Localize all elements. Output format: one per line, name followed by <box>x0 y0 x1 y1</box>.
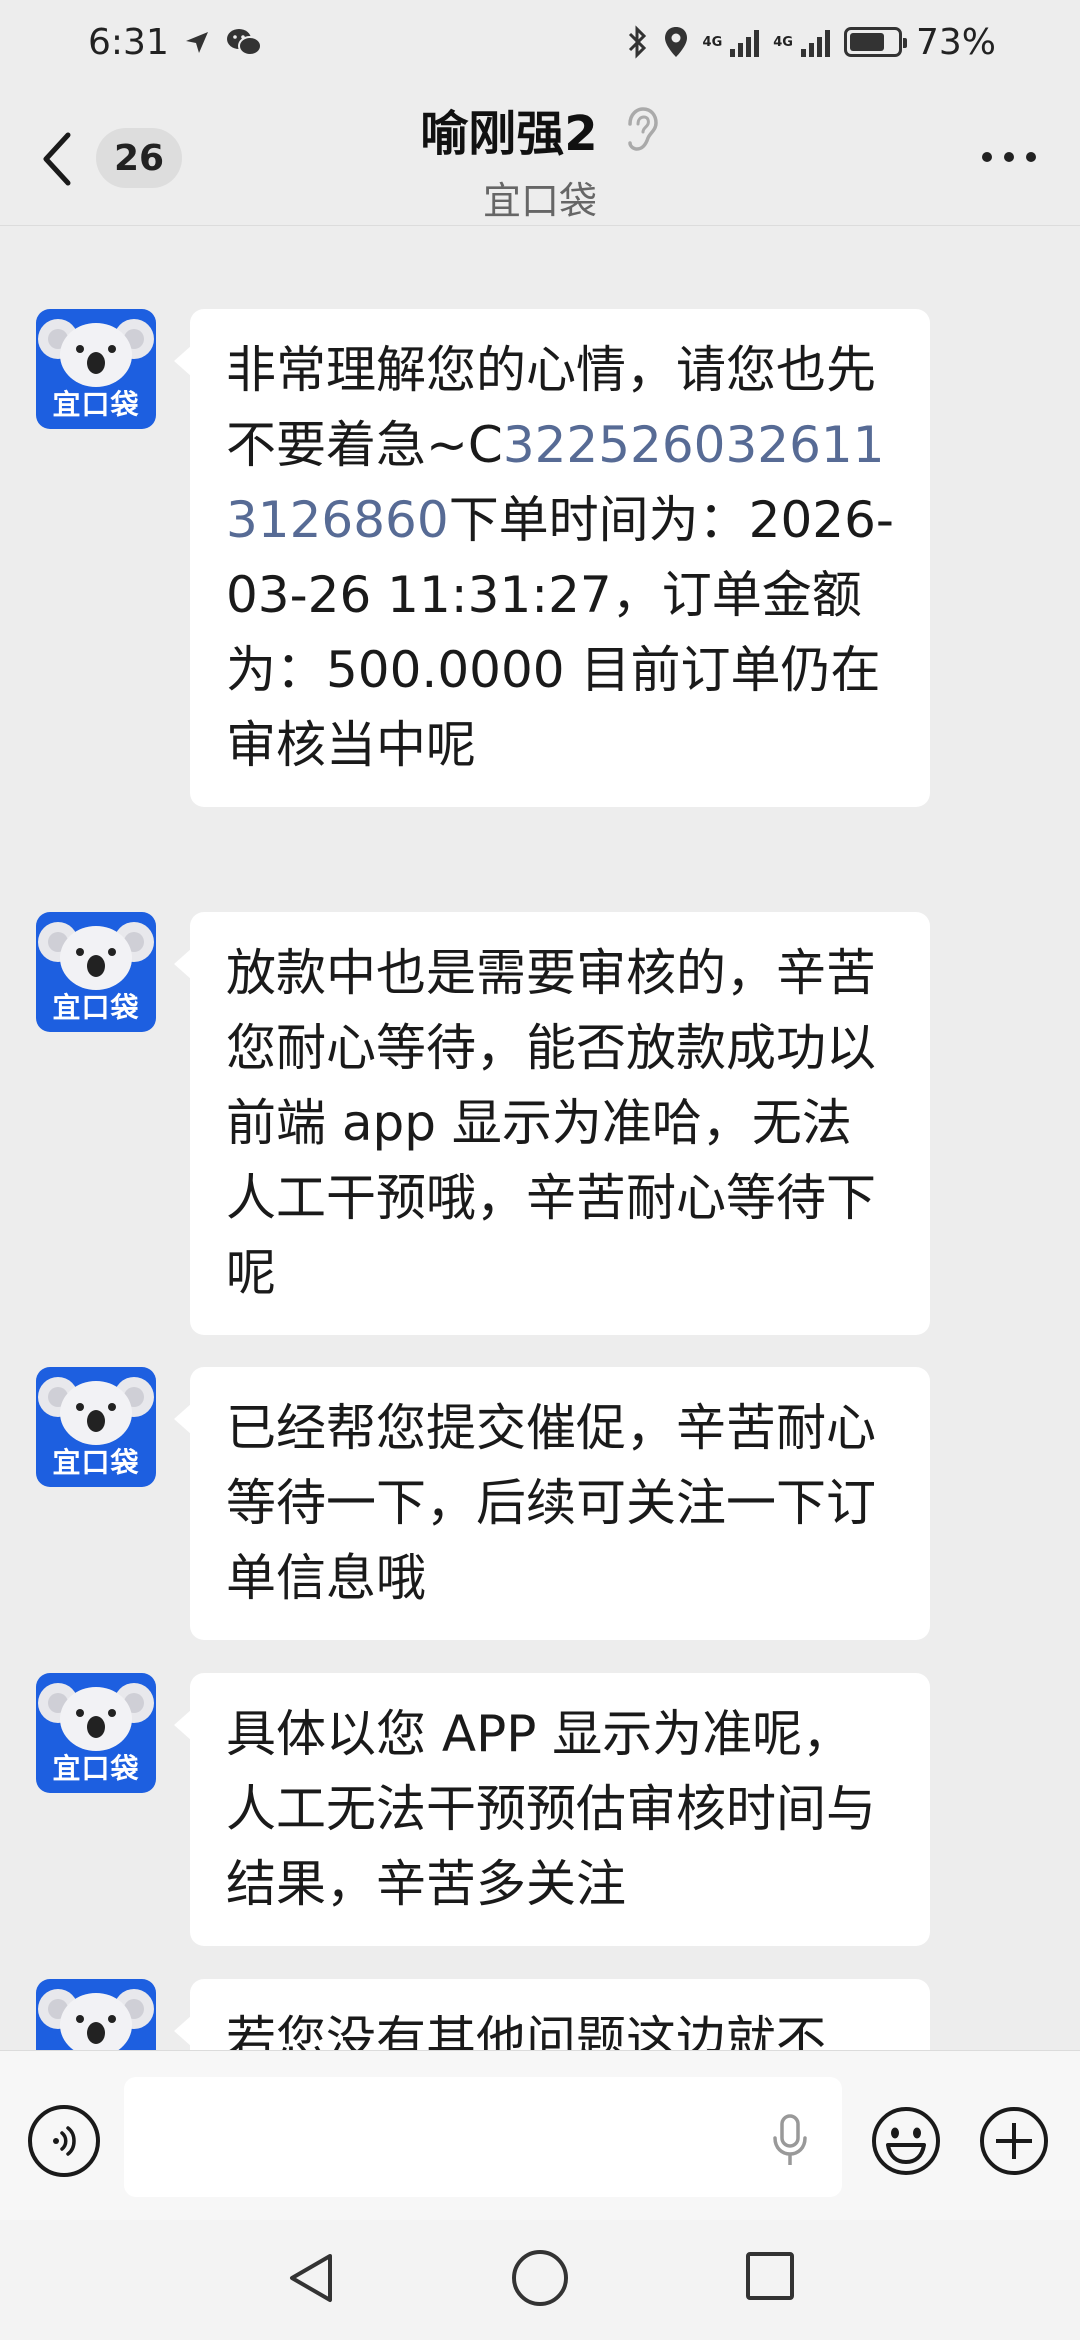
message-text: 若您没有其他问题这边就不 <box>226 2011 826 2050</box>
nav-back-icon[interactable] <box>284 2250 340 2306</box>
chat-header: 26 喻刚强2 宜口袋 <box>0 84 1080 226</box>
chat-message: 宜口袋 放款中也是需要审核的，辛苦您耐心等待，能否放款成功以前端 app 显示为… <box>36 912 930 1335</box>
chat-title: 喻刚强2 <box>420 106 598 162</box>
battery-icon <box>843 27 907 57</box>
chat-message: 宜口袋 非常理解您的心情，请您也先不要着急~C32252603261131268… <box>36 309 930 807</box>
avatar-label: 宜口袋 <box>52 1446 140 1479</box>
avatar-label: 宜口袋 <box>52 388 140 421</box>
status-right: 4G 4G 73% <box>627 22 996 63</box>
nav-recent-icon[interactable] <box>746 2252 794 2300</box>
message-text: 放款中也是需要审核的，辛苦您耐心等待，能否放款成功以前端 app 显示为准哈，无… <box>226 944 876 1302</box>
message-text: 具体以您 APP 显示为准呢，人工无法干预预估审核时间与结果，辛苦多关注 <box>226 1705 876 1913</box>
message-text: 已经帮您提交催促，辛苦耐心等待一下，后续可关注一下订单信息哦 <box>226 1399 876 1607</box>
message-bubble[interactable]: 若您没有其他问题这边就不 <box>174 1979 930 2050</box>
ear-icon <box>627 107 658 151</box>
title-area: 喻刚强2 宜口袋 <box>0 94 1080 225</box>
chat-subtitle: 宜口袋 <box>482 179 597 223</box>
wechat-icon <box>225 26 263 58</box>
chat-message-list[interactable]: 宜口袋 非常理解您的心情，请您也先不要着急~C32252603261131268… <box>0 227 1080 2050</box>
avatar-label: 宜口袋 <box>52 1752 140 1785</box>
avatar[interactable]: 宜口袋 <box>36 1979 156 2050</box>
signal-icon <box>800 27 830 57</box>
message-bubble[interactable]: 放款中也是需要审核的，辛苦您耐心等待，能否放款成功以前端 app 显示为准哈，无… <box>174 912 930 1335</box>
voice-icon <box>53 2126 76 2156</box>
system-nav-bar <box>0 2220 1080 2340</box>
network-type-label: 4G <box>702 34 723 50</box>
message-bubble[interactable]: 具体以您 APP 显示为准呢，人工无法干预预估审核时间与结果，辛苦多关注 <box>174 1673 930 1946</box>
status-time: 6:31 <box>88 21 169 63</box>
koala-icon <box>38 1989 154 2050</box>
battery-percent: 73% <box>915 21 996 63</box>
koala-icon <box>38 1683 154 1751</box>
more-icon <box>982 152 1036 162</box>
location-icon <box>663 25 689 59</box>
chat-message: 宜口袋 具体以您 APP 显示为准呢，人工无法干预预估审核时间与结果，辛苦多关注 <box>36 1673 930 1946</box>
avatar[interactable]: 宜口袋 <box>36 1367 156 1487</box>
navigation-icon <box>183 28 211 56</box>
avatar-label: 宜口袋 <box>52 991 140 1024</box>
koala-icon <box>38 922 154 990</box>
chat-message: 宜口袋 已经帮您提交催促，辛苦耐心等待一下，后续可关注一下订单信息哦 <box>36 1367 930 1640</box>
voice-button[interactable] <box>28 2105 100 2177</box>
bluetooth-icon <box>627 25 649 59</box>
input-bar <box>0 2050 1080 2220</box>
message-input[interactable] <box>124 2077 842 2197</box>
avatar[interactable]: 宜口袋 <box>36 309 156 429</box>
mic-icon[interactable] <box>770 2113 810 2169</box>
message-bubble[interactable]: 非常理解您的心情，请您也先不要着急~C3225260326113126860下单… <box>174 309 930 807</box>
avatar[interactable]: 宜口袋 <box>36 1673 156 1793</box>
avatar[interactable]: 宜口袋 <box>36 912 156 1032</box>
chat-message: 宜口袋 若您没有其他问题这边就不 <box>36 1979 930 2050</box>
signal-icon <box>730 27 760 57</box>
chat-title-row: 喻刚强2 <box>420 94 659 164</box>
koala-icon <box>38 1377 154 1445</box>
network-type-label: 4G <box>773 34 793 50</box>
more-button[interactable] <box>982 152 1036 162</box>
status-left: 6:31 <box>88 22 263 63</box>
message-bubble[interactable]: 已经帮您提交催促，辛苦耐心等待一下，后续可关注一下订单信息哦 <box>174 1367 930 1640</box>
plus-icon[interactable] <box>978 2105 1050 2177</box>
koala-icon <box>38 319 154 387</box>
nav-home-icon[interactable] <box>512 2250 568 2306</box>
emoji-icon[interactable] <box>870 2105 942 2177</box>
status-bar: 6:31 4G 4G 73% <box>0 0 1080 84</box>
